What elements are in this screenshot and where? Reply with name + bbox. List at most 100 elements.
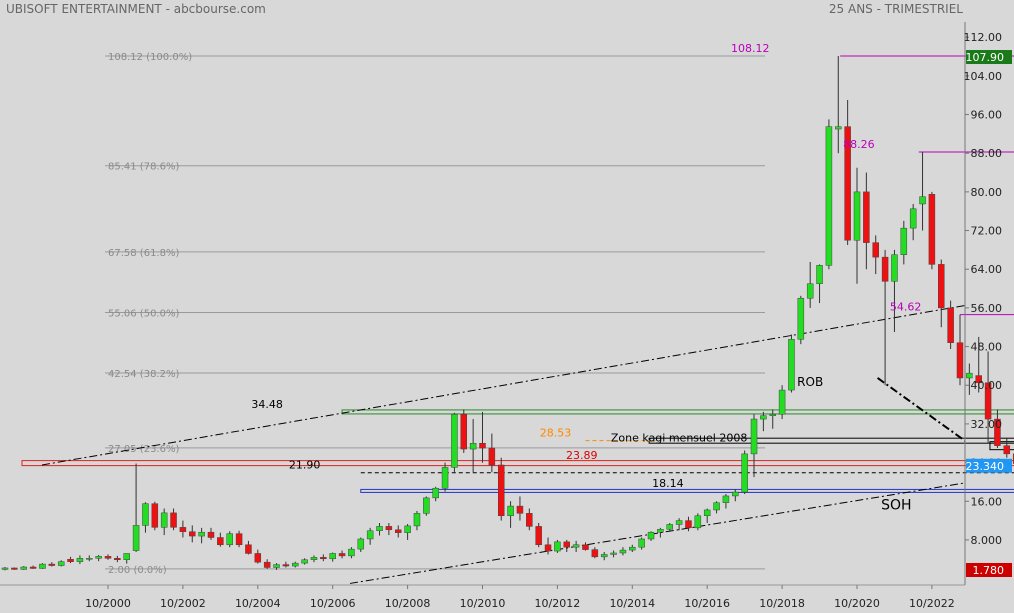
candle-body-99 xyxy=(919,196,926,205)
y-tick-label-4: 80.00 xyxy=(971,186,1003,199)
candle-body-15 xyxy=(132,525,140,551)
candle-body-47 xyxy=(432,487,439,499)
candle-body-27 xyxy=(245,544,252,554)
candle-body-53 xyxy=(488,447,496,466)
candle-body-26 xyxy=(235,533,243,546)
candle-body-8 xyxy=(67,559,74,562)
y-tick-label-9: 40.00 xyxy=(971,379,1003,392)
candle-body-33 xyxy=(301,559,308,564)
price-badge-label-2: 1.780 xyxy=(973,564,1005,577)
candle-body-55 xyxy=(507,505,514,517)
y-tick-label-12: 16.00 xyxy=(971,495,1003,508)
candle-body-80 xyxy=(741,453,748,493)
candle-body-92 xyxy=(853,191,861,241)
candle-body-65 xyxy=(600,554,608,558)
candle-body-37 xyxy=(338,553,346,557)
x-tick-label-1: 10/2002 xyxy=(160,597,206,610)
candle-body-74 xyxy=(685,520,692,529)
candle-body-31 xyxy=(282,564,290,567)
candle-body-42 xyxy=(385,526,393,531)
candle-body-40 xyxy=(366,530,374,540)
candle-body-17 xyxy=(151,503,159,528)
candle-body-28 xyxy=(254,553,262,563)
annotation-4: 28.53 xyxy=(540,427,572,440)
candle-body-49 xyxy=(451,413,458,468)
candle-body-48 xyxy=(441,467,449,489)
candle-body-50 xyxy=(460,413,468,450)
price-chart[interactable]: UBISOFT ENTERTAINMENT - abcbourse.com 25… xyxy=(0,0,1014,613)
candle-body-68 xyxy=(629,546,636,551)
fib-label-3: 55.06 (50.0%) xyxy=(108,308,179,319)
candle-body-20 xyxy=(179,527,187,532)
candle-body-12 xyxy=(104,556,112,559)
candle-body-22 xyxy=(198,531,205,537)
candle-body-63 xyxy=(582,544,589,550)
candle-body-51 xyxy=(469,442,477,450)
fib-label-0: 108.12 (100.0%) xyxy=(108,52,192,63)
candle-body-71 xyxy=(657,529,664,533)
x-tick-label-11: 10/2022 xyxy=(909,597,955,610)
candle-body-23 xyxy=(207,531,215,538)
x-tick-label-0: 10/2000 xyxy=(85,597,131,610)
candle-body-101 xyxy=(938,264,945,309)
candle-body-77 xyxy=(713,502,720,511)
price-badge-label-0: 107.90 xyxy=(966,51,1005,64)
annotation-3: 34.48 xyxy=(251,398,283,411)
candle-body-32 xyxy=(292,562,299,567)
y-tick-label-13: 8.000 xyxy=(971,534,1003,547)
x-tick-label-6: 10/2012 xyxy=(535,597,581,610)
annotation-1: 88.26 xyxy=(843,138,875,151)
candle-body-30 xyxy=(273,564,280,568)
candle-body-43 xyxy=(394,529,402,533)
candle-body-75 xyxy=(694,515,702,529)
candle-body-34 xyxy=(310,557,318,560)
annotation-2: 54.62 xyxy=(890,301,922,314)
candle-body-24 xyxy=(217,537,224,546)
candle-body-82 xyxy=(760,415,767,420)
y-tick-label-2: 96.00 xyxy=(971,109,1003,122)
candle-body-18 xyxy=(160,512,168,528)
candle-body-67 xyxy=(619,549,627,554)
annotation-5: 23.89 xyxy=(566,449,598,462)
candle-body-95 xyxy=(881,256,889,282)
y-tick-label-6: 64.00 xyxy=(971,263,1003,276)
candle-body-21 xyxy=(189,531,196,537)
candle-body-76 xyxy=(703,509,711,517)
candle-body-45 xyxy=(413,513,421,527)
candle-body-60 xyxy=(554,541,561,552)
candle-body-83 xyxy=(769,413,776,416)
candle-body-2 xyxy=(11,567,18,570)
annotation-8: Zone kagi mensuel 2008 xyxy=(611,432,747,445)
candle-body-56 xyxy=(516,505,524,514)
candle-body-9 xyxy=(76,558,84,562)
candle-body-102 xyxy=(947,307,954,343)
x-tick-label-2: 10/2004 xyxy=(235,597,281,610)
candle-body-79 xyxy=(732,491,739,497)
candle-body-46 xyxy=(423,497,430,514)
candle-body-104 xyxy=(966,372,973,379)
candle-body-13 xyxy=(114,558,121,560)
candle-body-5 xyxy=(39,563,46,569)
x-tick-label-8: 10/2016 xyxy=(684,597,730,610)
y-tick-label-3: 88.00 xyxy=(971,147,1003,160)
candle-body-90 xyxy=(835,126,842,130)
annotation-9: ROB xyxy=(797,375,823,389)
candle-body-69 xyxy=(638,538,645,548)
candle-body-58 xyxy=(535,526,542,546)
candle-body-4 xyxy=(29,566,37,569)
candle-body-100 xyxy=(928,194,936,265)
annotation-0: 108.12 xyxy=(731,42,770,55)
candle-body-14 xyxy=(123,553,130,560)
candle-body-35 xyxy=(320,557,327,560)
candle-body-25 xyxy=(226,533,233,546)
x-tick-label-10: 10/2020 xyxy=(834,597,880,610)
x-tick-label-4: 10/2008 xyxy=(385,597,431,610)
candle-body-39 xyxy=(357,538,365,550)
x-tick-label-9: 10/2018 xyxy=(759,597,805,610)
candle-body-61 xyxy=(563,541,571,548)
candle-body-54 xyxy=(497,464,505,517)
candle-body-81 xyxy=(750,418,758,455)
price-badge-label-1: 23.340 xyxy=(966,460,1005,473)
candle-body-64 xyxy=(591,549,599,558)
candle-body-19 xyxy=(170,512,177,528)
